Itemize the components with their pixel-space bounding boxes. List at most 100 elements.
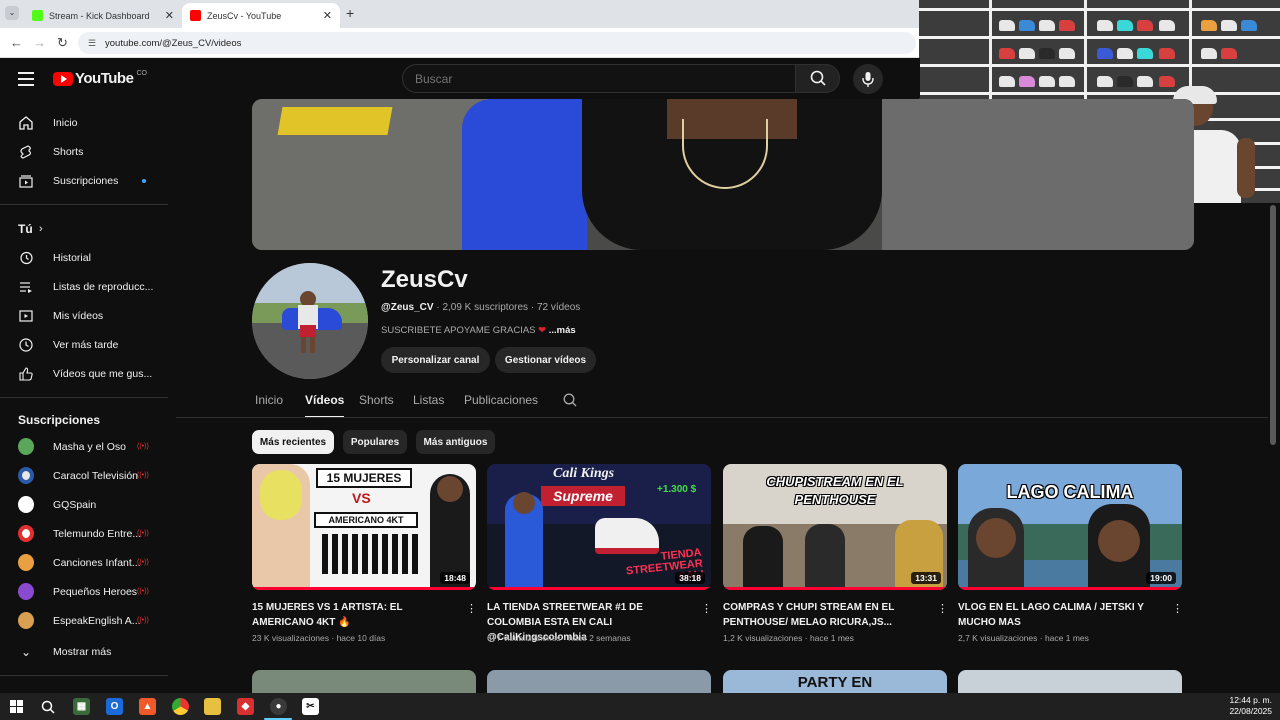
sidebar-item-watch-later[interactable]: Ver más tarde [0,330,168,359]
subscription-item[interactable]: Caracol Televisión ((•)) [0,461,168,490]
upload-age: hace 1 mes [1044,633,1089,643]
forward-arrow-icon[interactable]: → [33,35,46,50]
chrome-app-icon[interactable] [172,698,189,715]
search-icon [810,70,826,86]
video-card[interactable]: CHUPISTREAM EN EL PENTHOUSE 13:31 COMPRA… [723,464,948,643]
new-tab-button[interactable]: + [346,5,354,21]
channel-description[interactable]: SUSCRIBETE APOYAME GRACIAS ❤ ...más [381,325,576,336]
subscription-item[interactable]: Pequeños Heroes ((•)) [0,577,168,606]
video-title[interactable]: 15 MUJERES VS 1 ARTISTA: EL AMERICANO 4K… [252,600,460,630]
video-title[interactable]: VLOG EN EL LAGO CALIMA / JETSKI Y MUCHO … [958,600,1166,630]
channel-search-icon[interactable] [562,392,578,420]
menu-icon[interactable] [18,72,34,90]
sidebar-item-liked-videos[interactable]: Vídeos que me gus... [0,359,168,388]
duration-badge: 18:48 [440,572,470,584]
my-videos-icon [18,308,34,324]
video-thumbnail[interactable]: PARTY EN [723,670,947,693]
upload-age: hace 1 mes [809,633,854,643]
sidebar-item-shorts[interactable]: Shorts [0,137,168,166]
sidebar-item-label: Historial [53,251,91,264]
app-icon[interactable]: ◆ [237,698,254,715]
outlook-app-icon[interactable]: O [106,698,123,715]
chip-oldest[interactable]: Más antiguos [416,430,495,454]
subscription-item[interactable]: Masha y el Oso ((•)) [0,432,168,461]
tab-shorts[interactable]: Shorts [359,390,394,418]
view-count: 677 visualizaciones [487,633,561,643]
subscription-item[interactable]: Canciones Infant... ((•)) [0,548,168,577]
more-options-icon[interactable]: ⋮ [701,602,712,615]
windows-taskbar: ▦ O ▲ ◆ ● ✂ 12:44 p. m. 22/08/2025 [0,693,1280,720]
tab-posts[interactable]: Publicaciones [464,390,538,418]
search-icon[interactable] [39,698,56,715]
subscriber-count: 2,09 K suscriptores [442,302,529,313]
subscription-item[interactable]: EspeakEnglish A... ((•)) [0,606,168,635]
sidebar-divider [0,675,168,676]
more-options-icon[interactable]: ⋮ [466,602,477,615]
show-more-button[interactable]: ⌄ Mostrar más [0,637,168,666]
chip-popular[interactable]: Populares [343,430,407,454]
subscription-item[interactable]: Telemundo Entre... ((•)) [0,519,168,548]
subscription-label: Telemundo Entre... [53,527,142,540]
more-link[interactable]: ...más [549,325,576,336]
youtube-logo[interactable]: YouTube CO [53,70,147,87]
sidebar-item-history[interactable]: Historial [0,243,168,272]
view-count: 1,2 K visualizaciones [723,633,803,643]
video-thumbnail[interactable] [252,670,476,693]
subscription-item[interactable]: GQSpain [0,490,168,519]
capcut-app-icon[interactable]: ✂ [302,698,319,715]
tab-list-button[interactable]: ⌄ [5,6,19,20]
view-count: 23 K visualizaciones [252,633,330,643]
video-thumbnail[interactable]: CHUPISTREAM EN EL PENTHOUSE 13:31 [723,464,947,590]
sidebar-item-playlists[interactable]: Listas de reproducc... [0,272,168,301]
search-button[interactable] [795,64,840,93]
manage-videos-button[interactable]: Gestionar vídeos [495,347,596,373]
channel-avatar [18,525,34,542]
video-thumbnail[interactable]: Cali Kings Supreme +1.300 $ TIENDA STREE… [487,464,711,590]
sidebar-item-home[interactable]: Inicio [0,108,168,137]
chip-latest[interactable]: Más recientes [252,430,334,454]
page-scrollbar[interactable] [1270,205,1276,445]
live-icon: ((•)) [137,559,149,566]
browser-tab-kick[interactable]: Stream - Kick Dashboard ✕ [24,3,182,28]
more-options-icon[interactable]: ⋮ [1172,602,1183,615]
browser-tab-youtube[interactable]: ZeusCv - YouTube ✕ [182,3,340,28]
obs-app-icon[interactable]: ● [270,698,287,715]
sidebar-item-subscriptions[interactable]: Suscripciones [0,166,168,195]
tab-playlists[interactable]: Listas [413,390,444,418]
watch-later-icon [18,337,34,353]
voice-search-button[interactable] [853,64,883,94]
sidebar-you-header[interactable]: Tú › [0,214,168,243]
url-field[interactable]: ☰ youtube.com/@Zeus_CV/videos [78,32,916,54]
video-thumbnail[interactable] [487,670,711,693]
tabs-divider [176,417,1268,418]
video-card[interactable]: LAGO CALIMA 19:00 VLOG EN EL LAGO CALIMA… [958,464,1183,643]
more-options-icon[interactable]: ⋮ [937,602,948,615]
video-card[interactable]: Cali Kings Supreme +1.300 $ TIENDA STREE… [487,464,712,643]
back-arrow-icon[interactable]: ← [10,35,23,50]
search-input[interactable] [402,64,796,93]
brave-app-icon[interactable]: ▲ [139,698,156,715]
chevron-down-icon: ⌄ [20,644,32,659]
system-clock[interactable]: 12:44 p. m. 22/08/2025 [1229,695,1272,717]
close-tab-icon[interactable]: ✕ [165,9,174,22]
video-thumbnail[interactable]: 15 MUJERES VS AMERICANO 4KT 18:48 [252,464,476,590]
reload-icon[interactable]: ↻ [57,35,68,51]
calculator-app-icon[interactable]: ▦ [73,698,90,715]
subscription-label: EspeakEnglish A... [53,614,141,627]
video-title[interactable]: COMPRAS Y CHUPI STREAM EN EL PENTHOUSE/ … [723,600,931,630]
channel-avatar[interactable] [252,263,368,379]
video-card[interactable]: 15 MUJERES VS AMERICANO 4KT 18:48 15 MUJ… [252,464,477,643]
youtube-play-icon [53,71,73,86]
site-info-icon[interactable]: ☰ [88,38,98,48]
sidebar-item-my-videos[interactable]: Mis vídeos [0,301,168,330]
windows-start-icon[interactable] [8,698,25,715]
video-thumbnail[interactable]: LAGO CALIMA 19:00 [958,464,1182,590]
tab-videos[interactable]: Vídeos [305,390,345,418]
file-explorer-icon[interactable] [204,698,221,715]
video-thumbnail[interactable] [958,670,1182,693]
thumb-text: PENTHOUSE [794,492,876,507]
channel-avatar [18,583,34,600]
close-tab-icon[interactable]: ✕ [323,9,332,22]
tab-home[interactable]: Inicio [255,390,283,418]
customize-channel-button[interactable]: Personalizar canal [381,347,490,373]
